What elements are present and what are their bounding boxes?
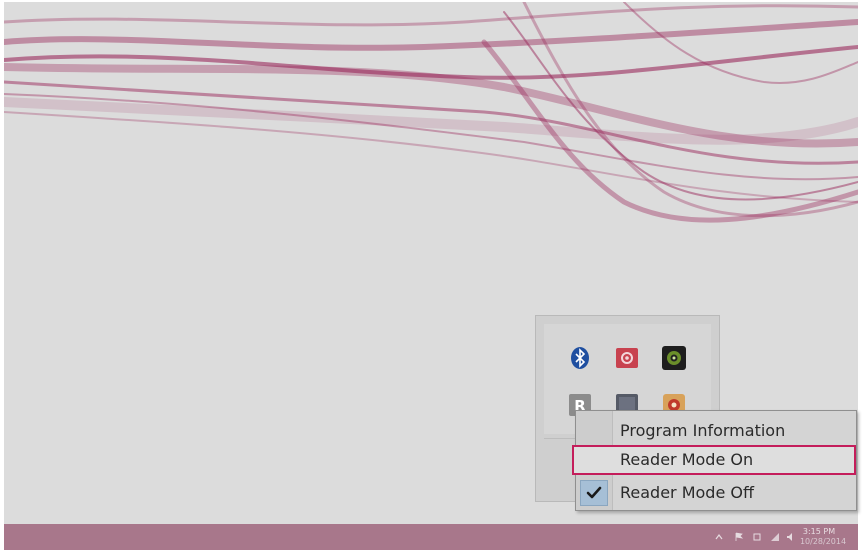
menu-item-reader-mode-on[interactable]: Reader Mode On	[572, 445, 856, 475]
menu-item-program-information[interactable]: Program Information	[576, 416, 856, 446]
checkmark-icon	[586, 486, 602, 499]
menu-item-label: Reader Mode Off	[620, 483, 755, 502]
taskbar: 3:15 PM 10/28/2014	[4, 524, 858, 550]
checked-indicator	[580, 480, 608, 506]
bluetooth-icon[interactable]	[567, 345, 593, 371]
show-hidden-icons-icon[interactable]	[714, 532, 724, 542]
network-icon[interactable]	[770, 532, 780, 542]
clock-time[interactable]: 3:15 PM	[794, 527, 844, 536]
settings-app-icon[interactable]	[614, 345, 640, 371]
menu-item-label: Reader Mode On	[620, 450, 754, 469]
context-menu: Program Information Reader Mode On Reade…	[572, 410, 857, 511]
menu-item-reader-mode-off[interactable]: Reader Mode Off	[576, 478, 856, 508]
camera-app-icon[interactable]	[661, 345, 687, 371]
power-icon[interactable]	[752, 532, 762, 542]
menu-item-label: Program Information	[620, 421, 786, 440]
action-center-flag-icon[interactable]	[734, 532, 744, 542]
clock-date[interactable]: 10/28/2014	[794, 537, 852, 546]
